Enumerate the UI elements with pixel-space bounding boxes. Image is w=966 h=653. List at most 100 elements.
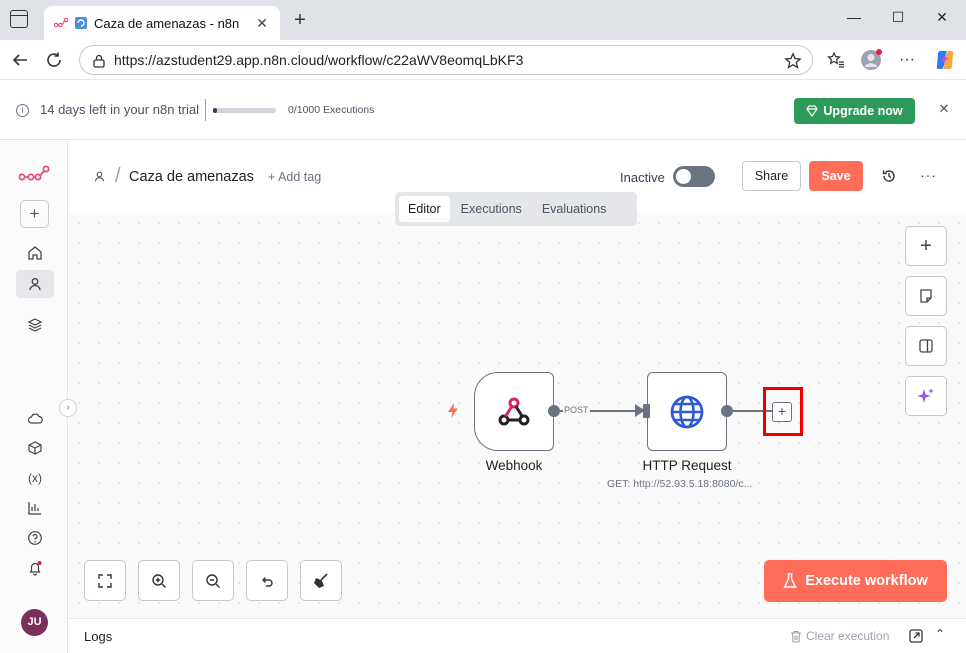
favorite-star-icon[interactable] [784, 52, 802, 70]
clear-execution-button[interactable]: Clear execution [790, 629, 889, 643]
page-favicon-icon [75, 17, 87, 29]
sidebar-item-templates[interactable] [16, 434, 54, 462]
undo-button[interactable] [246, 560, 288, 601]
add-tag-button[interactable]: + Add tag [268, 170, 321, 184]
active-toggle[interactable] [673, 166, 715, 187]
save-button[interactable]: Save [809, 161, 863, 191]
trigger-bolt-icon [448, 403, 458, 418]
favorites-icon[interactable] [824, 48, 848, 72]
tab-title: Caza de amenazas - n8n [94, 15, 240, 31]
profile-icon[interactable] [859, 48, 883, 72]
add-node-button[interactable]: + [905, 226, 947, 266]
history-icon[interactable] [881, 168, 897, 184]
panel-icon [919, 339, 933, 353]
address-bar[interactable]: https://azstudent29.app.n8n.cloud/workfl… [79, 45, 813, 75]
zoom-in-button[interactable] [138, 560, 180, 601]
copilot-icon[interactable] [933, 48, 957, 72]
owner-user-icon [94, 171, 105, 182]
sidebar-item-projects[interactable] [16, 311, 54, 339]
pop-out-icon[interactable] [909, 629, 923, 643]
trial-executions-text: 0/1000 Executions [288, 104, 375, 116]
workflow-name[interactable]: Caza de amenazas [129, 169, 254, 185]
trial-divider [205, 99, 206, 121]
zoom-out-icon [206, 573, 220, 588]
http-output-handle[interactable] [721, 405, 733, 417]
sidebar-item-help[interactable] [16, 524, 54, 552]
box-icon [28, 441, 42, 455]
close-banner-icon[interactable]: ✕ [937, 101, 951, 117]
sidebar-collapse-icon[interactable]: › [59, 399, 77, 417]
new-tab-icon[interactable]: + [290, 9, 310, 32]
tidy-up-button[interactable] [300, 560, 342, 601]
refresh-icon[interactable] [42, 48, 66, 72]
create-button[interactable]: + [20, 200, 49, 228]
http-node-subtitle: GET: http://52.93.5.18:8080/c... [607, 478, 753, 490]
sticky-note-icon [920, 289, 932, 303]
fit-view-button[interactable] [84, 560, 126, 601]
avatar[interactable]: JU [21, 609, 48, 636]
sidebar-item-cloud[interactable] [16, 404, 54, 432]
home-icon [28, 246, 42, 260]
zoom-in-icon [152, 573, 166, 588]
ai-assistant-button[interactable] [905, 376, 947, 416]
logs-panel-bar[interactable]: Logs Clear execution ⌃ [69, 618, 966, 653]
window-maximize-icon[interactable]: ☐ [888, 9, 908, 26]
toggle-panel-button[interactable] [905, 326, 947, 366]
sidebar-item-personal[interactable] [16, 270, 54, 298]
globe-icon [670, 395, 704, 428]
tab-evaluations[interactable]: Evaluations [533, 196, 616, 222]
info-icon: i [16, 104, 29, 117]
status-label: Inactive [620, 170, 665, 185]
webhook-node[interactable] [474, 372, 554, 451]
upgrade-now-label: Upgrade now [823, 104, 903, 118]
bar-chart-icon [28, 502, 41, 515]
window-minimize-icon[interactable]: — [844, 9, 864, 25]
execute-workflow-label: Execute workflow [805, 573, 928, 589]
n8n-logo-icon[interactable] [18, 165, 50, 183]
n8n-favicon-icon [54, 17, 68, 28]
share-button[interactable]: Share [742, 161, 801, 191]
zoom-out-button[interactable] [192, 560, 234, 601]
expand-logs-icon[interactable]: ⌃ [935, 627, 945, 641]
more-options-icon[interactable]: ··· [920, 167, 937, 183]
clear-execution-label: Clear execution [806, 629, 890, 643]
bell-icon [29, 561, 42, 576]
window-close-icon[interactable]: ✕ [932, 9, 952, 26]
trial-executions-progress [213, 108, 276, 113]
upgrade-now-button[interactable]: Upgrade now [794, 98, 915, 124]
tab-actions-icon[interactable] [10, 10, 28, 28]
broom-icon [314, 572, 328, 588]
logs-title: Logs [84, 629, 113, 644]
http-request-node[interactable] [647, 372, 727, 451]
browser-tab[interactable]: Caza de amenazas - n8n ✕ [44, 6, 280, 40]
site-info-icon[interactable] [92, 54, 106, 68]
flask-icon [783, 573, 797, 588]
undo-icon [262, 576, 273, 587]
help-icon [28, 531, 42, 545]
trial-days-text: 14 days left in your n8n trial [40, 102, 199, 117]
browser-menu-icon[interactable]: ··· [895, 48, 919, 72]
fit-view-icon [98, 573, 112, 588]
sidebar-item-variables[interactable]: (x) [16, 464, 54, 492]
highlight-box [763, 387, 803, 436]
webhook-output-handle[interactable] [548, 405, 560, 417]
execute-workflow-button[interactable]: Execute workflow [764, 560, 947, 602]
layers-icon [27, 318, 43, 332]
tab-executions[interactable]: Executions [452, 196, 531, 222]
sidebar-item-overview[interactable] [16, 239, 54, 267]
http-input-handle[interactable] [643, 404, 650, 418]
url-text: https://azstudent29.app.n8n.cloud/workfl… [114, 52, 524, 68]
trial-banner: i 14 days left in your n8n trial 0/1000 … [0, 80, 966, 140]
webhook-node-label: Webhook [485, 458, 543, 473]
cloud-icon [27, 413, 43, 424]
diamond-icon [806, 105, 819, 117]
sidebar-item-insights[interactable] [16, 494, 54, 522]
browser-tabstrip: Caza de amenazas - n8n ✕ + — ☐ ✕ [0, 0, 966, 40]
add-sticky-button[interactable] [905, 276, 947, 316]
back-icon[interactable] [8, 48, 32, 72]
edge-method-label: POST [563, 405, 590, 415]
tab-close-icon[interactable]: ✕ [254, 15, 270, 32]
sidebar-item-notifications[interactable] [16, 554, 54, 582]
view-tabs: Editor Executions Evaluations [395, 192, 637, 226]
tab-editor[interactable]: Editor [399, 196, 450, 222]
